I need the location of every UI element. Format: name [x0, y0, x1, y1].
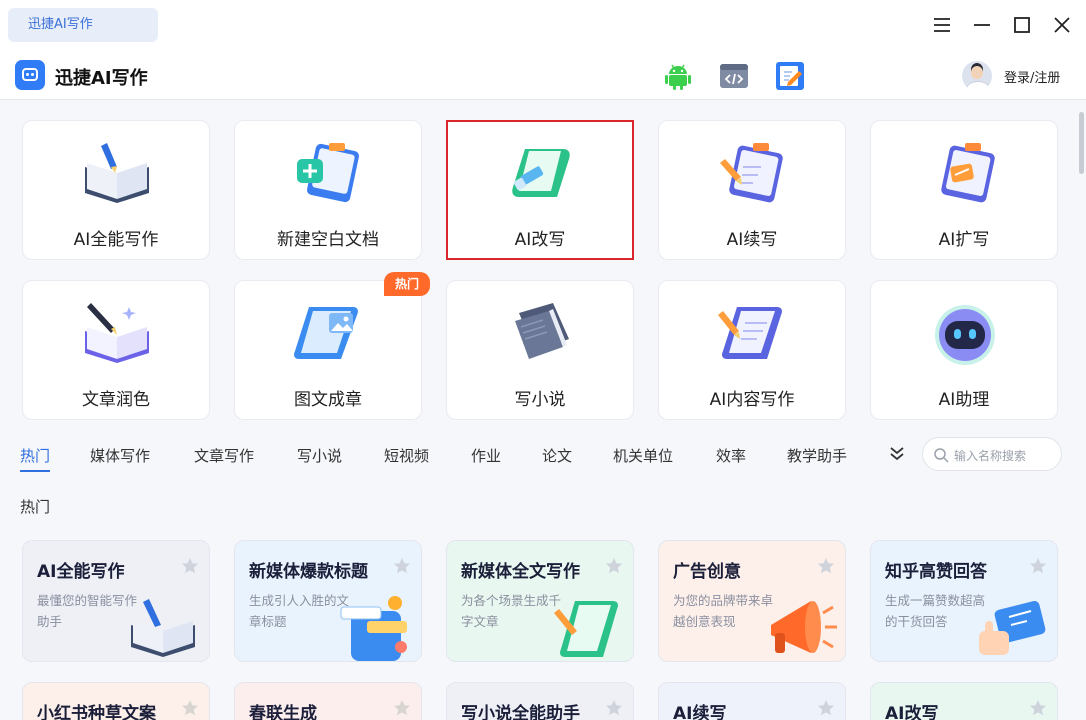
android-icon[interactable] — [663, 61, 693, 91]
star-icon[interactable] — [1029, 557, 1047, 575]
feature-card-ai-assistant[interactable]: AI助理 — [870, 280, 1058, 420]
notebook-icon — [501, 297, 581, 369]
clipboard-expand-icon — [925, 137, 1005, 209]
menu-icon[interactable] — [929, 12, 955, 38]
minimize-icon[interactable] — [969, 12, 995, 38]
user-area[interactable]: 登录/注册 — [962, 60, 1060, 92]
feature-label: AI改写 — [514, 230, 566, 250]
template-card[interactable]: 广告创意 为您的品牌带来卓越创意表现 — [658, 540, 846, 662]
feature-label: 写小说 — [514, 390, 566, 410]
maximize-icon[interactable] — [1009, 12, 1035, 38]
phone-headline-icon — [337, 591, 415, 661]
template-card[interactable]: 春联生成 — [234, 682, 422, 720]
clipboard-pencil-icon — [713, 137, 793, 209]
template-title: AI改写 — [885, 704, 939, 720]
star-icon[interactable] — [605, 557, 623, 575]
template-title: AI续写 — [673, 704, 727, 720]
tab-article-writing[interactable]: 文章写作 — [194, 445, 254, 466]
open-book-icon — [125, 591, 203, 661]
hot-badge: 热门 — [384, 272, 430, 296]
feature-card-ai-expand[interactable]: AI扩写 — [870, 120, 1058, 260]
tab-thesis[interactable]: 论文 — [542, 445, 572, 466]
feature-card-image-article[interactable]: 图文成章 — [234, 280, 422, 420]
template-card[interactable]: AI改写 — [870, 682, 1058, 720]
feature-label: AI助理 — [938, 390, 990, 410]
template-title: 小红书种草文案 — [37, 704, 156, 720]
star-icon[interactable] — [393, 557, 411, 575]
scrollbar[interactable] — [1079, 112, 1084, 174]
login-link[interactable]: 登录/注册 — [1004, 67, 1060, 86]
search-input[interactable]: 输入名称搜索 — [922, 437, 1062, 471]
category-tabs: 热门 媒体写作 文章写作 写小说 短视频 作业 论文 机关单位 效率 教学助手 — [0, 437, 900, 473]
robot-icon — [925, 297, 1005, 369]
tab-efficiency[interactable]: 效率 — [716, 445, 746, 466]
scroll-rewrite-icon — [501, 137, 581, 209]
clipboard-add-icon — [289, 137, 369, 209]
template-title: AI全能写作 — [37, 562, 125, 582]
star-icon[interactable] — [817, 699, 835, 717]
search-placeholder: 输入名称搜索 — [954, 449, 1027, 463]
scroll-pencil-icon — [549, 591, 627, 661]
megaphone-icon — [761, 591, 839, 661]
feature-card-ai-content[interactable]: AI内容写作 — [658, 280, 846, 420]
thumbs-up-icon — [973, 591, 1051, 661]
feature-label: AI扩写 — [938, 230, 990, 250]
template-title: 写小说全能助手 — [461, 704, 580, 720]
template-card[interactable]: 小红书种草文案 — [22, 682, 210, 720]
app-tab[interactable]: 迅捷AI写作 — [8, 8, 158, 42]
edit-note-icon[interactable] — [775, 61, 805, 91]
feature-label: 文章润色 — [82, 390, 150, 410]
tab-homework[interactable]: 作业 — [471, 445, 501, 466]
close-icon[interactable] — [1049, 12, 1075, 38]
title-bar: 迅捷AI写作 — [0, 0, 1086, 52]
template-card[interactable]: AI续写 — [658, 682, 846, 720]
search-icon — [934, 448, 949, 463]
section-title: 热门 — [20, 498, 51, 516]
feature-label: 新建空白文档 — [277, 230, 379, 250]
open-book-icon — [77, 137, 157, 209]
feature-card-novel[interactable]: 写小说 — [446, 280, 634, 420]
star-icon[interactable] — [181, 557, 199, 575]
avatar[interactable] — [962, 61, 992, 91]
image-scroll-icon — [289, 297, 369, 369]
template-card[interactable]: 知乎高赞回答 生成一篇赞数超高的干货回答 — [870, 540, 1058, 662]
tab-hot[interactable]: 热门 — [20, 445, 51, 472]
template-title: 春联生成 — [249, 704, 317, 720]
template-card[interactable]: 新媒体爆款标题 生成引人入胜的文章标题 — [234, 540, 422, 662]
feature-card-polish[interactable]: 文章润色 — [22, 280, 210, 420]
book-pen-icon — [77, 297, 157, 369]
feature-label: AI全能写作 — [73, 230, 159, 250]
template-title: 知乎高赞回答 — [885, 562, 987, 582]
template-card[interactable]: AI全能写作 最懂您的智能写作助手 — [22, 540, 210, 662]
template-card[interactable]: 写小说全能助手 — [446, 682, 634, 720]
tab-teaching[interactable]: 教学助手 — [787, 445, 847, 466]
star-icon[interactable] — [393, 699, 411, 717]
template-title: 广告创意 — [673, 562, 741, 582]
tab-short-video[interactable]: 短视频 — [384, 445, 429, 466]
star-icon[interactable] — [1029, 699, 1047, 717]
template-card[interactable]: 新媒体全文写作 为各个场景生成千字文章 — [446, 540, 634, 662]
star-icon[interactable] — [181, 699, 199, 717]
code-window-icon[interactable] — [719, 61, 749, 91]
tab-novel[interactable]: 写小说 — [297, 445, 342, 466]
app-logo-icon — [15, 60, 45, 90]
feature-card-new-document[interactable]: 新建空白文档 — [234, 120, 422, 260]
feature-card-ai-continue[interactable]: AI续写 — [658, 120, 846, 260]
feature-label: AI续写 — [726, 230, 778, 250]
app-title: 迅捷AI写作 — [55, 68, 148, 89]
feature-card-ai-writing[interactable]: AI全能写作 — [22, 120, 210, 260]
feature-label: 图文成章 — [294, 390, 362, 410]
tab-media-writing[interactable]: 媒体写作 — [90, 445, 150, 466]
star-icon[interactable] — [817, 557, 835, 575]
template-title: 新媒体爆款标题 — [249, 562, 368, 582]
template-title: 新媒体全文写作 — [461, 562, 580, 582]
scroll-pencil-icon — [713, 297, 793, 369]
chevron-double-down-icon[interactable] — [888, 444, 906, 464]
tab-government[interactable]: 机关单位 — [613, 445, 673, 466]
star-icon[interactable] — [605, 699, 623, 717]
feature-card-ai-rewrite[interactable]: AI改写 — [446, 120, 634, 260]
feature-label: AI内容写作 — [709, 390, 795, 410]
app-header: 迅捷AI写作 登录/注册 — [0, 52, 1086, 100]
